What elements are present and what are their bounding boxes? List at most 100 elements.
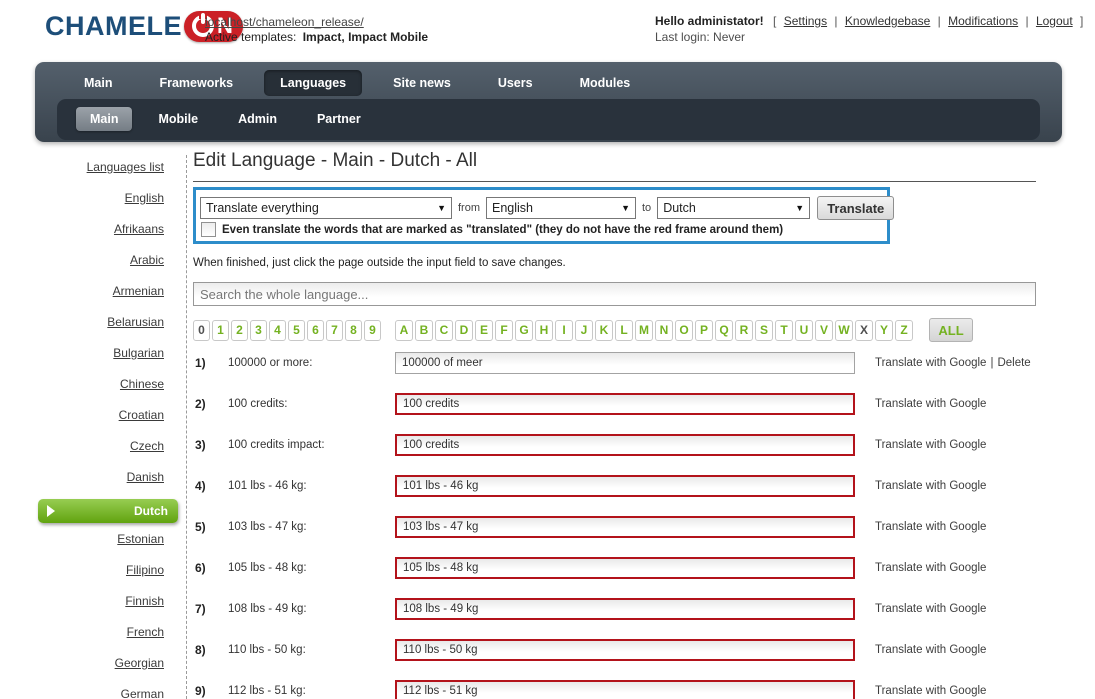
nav-tabs: Main Frameworks Languages Site news Users Mod… xyxy=(68,70,661,96)
filter-digit-5[interactable]: 5 xyxy=(288,320,305,341)
subnav-tab-mobile[interactable]: Mobile xyxy=(144,107,212,131)
translate-with-google-link[interactable]: Translate with Google xyxy=(875,562,986,574)
translate-with-google-link[interactable]: Translate with Google xyxy=(875,357,986,369)
site-url-link[interactable]: localhost/chameleon_release/ xyxy=(205,15,364,29)
filter-letter-n[interactable]: N xyxy=(655,320,673,341)
logout-link[interactable]: Logout xyxy=(1036,14,1073,28)
filter-letter-q[interactable]: Q xyxy=(715,320,733,341)
sidebar-item-bulgarian[interactable]: Bulgarian xyxy=(0,341,178,372)
sidebar-item-chinese[interactable]: Chinese xyxy=(0,372,178,403)
subnav-tab-admin[interactable]: Admin xyxy=(224,107,291,131)
nav-tab-main[interactable]: Main xyxy=(68,70,128,96)
filter-letter-j[interactable]: J xyxy=(575,320,593,341)
sidebar-item-english[interactable]: English xyxy=(0,186,178,217)
filter-letter-t[interactable]: T xyxy=(775,320,793,341)
filter-all-button[interactable]: ALL xyxy=(929,318,973,342)
filter-letter-g[interactable]: G xyxy=(515,320,533,341)
filter-letter-x[interactable]: X xyxy=(855,320,873,341)
sidebar-item-label: Armenian xyxy=(113,284,164,310)
subnav-tab-partner[interactable]: Partner xyxy=(303,107,375,131)
filter-letter-p[interactable]: P xyxy=(695,320,713,341)
translation-input[interactable] xyxy=(395,598,855,620)
sidebar-item-georgian[interactable]: Georgian xyxy=(0,651,178,682)
filter-letter-d[interactable]: D xyxy=(455,320,473,341)
sidebar-item-belarusian[interactable]: Belarusian xyxy=(0,310,178,341)
sidebar-item-dutch[interactable]: Dutch xyxy=(38,499,178,523)
filter-letter-r[interactable]: R xyxy=(735,320,753,341)
translation-input[interactable] xyxy=(395,352,855,374)
play-icon xyxy=(47,505,55,517)
modifications-link[interactable]: Modifications xyxy=(948,14,1018,28)
filter-letter-h[interactable]: H xyxy=(535,320,553,341)
sidebar-item-afrikaans[interactable]: Afrikaans xyxy=(0,217,178,248)
filter-letter-f[interactable]: F xyxy=(495,320,513,341)
translation-input[interactable] xyxy=(395,475,855,497)
translate-with-google-link[interactable]: Translate with Google xyxy=(875,685,986,697)
filter-letter-m[interactable]: M xyxy=(635,320,653,341)
sidebar-item-languages-list[interactable]: Languages list xyxy=(0,155,178,186)
nav-tab-frameworks[interactable]: Frameworks xyxy=(143,70,249,96)
translate-button[interactable]: Translate xyxy=(817,196,894,220)
filter-digit-3[interactable]: 3 xyxy=(250,320,267,341)
translate-with-google-link[interactable]: Translate with Google xyxy=(875,439,986,451)
row-actions: Translate with Google xyxy=(875,603,986,615)
translate-with-google-link[interactable]: Translate with Google xyxy=(875,521,986,533)
sidebar-item-danish[interactable]: Danish xyxy=(0,465,178,496)
sidebar-item-armenian[interactable]: Armenian xyxy=(0,279,178,310)
delete-link[interactable]: Delete xyxy=(997,357,1030,369)
filter-digit-1[interactable]: 1 xyxy=(212,320,229,341)
sidebar-item-german[interactable]: German xyxy=(0,682,178,699)
translation-input[interactable] xyxy=(395,393,855,415)
filter-letter-c[interactable]: C xyxy=(435,320,453,341)
translate-mode-select[interactable]: Translate everything ▼ xyxy=(200,197,452,219)
sidebar-item-filipino[interactable]: Filipino xyxy=(0,558,178,589)
sidebar-item-finnish[interactable]: Finnish xyxy=(0,589,178,620)
translation-input[interactable] xyxy=(395,516,855,538)
settings-link[interactable]: Settings xyxy=(784,14,827,28)
filter-digit-2[interactable]: 2 xyxy=(231,320,248,341)
sidebar-item-arabic[interactable]: Arabic xyxy=(0,248,178,279)
filter-letter-z[interactable]: Z xyxy=(895,320,913,341)
filter-letter-w[interactable]: W xyxy=(835,320,853,341)
filter-letter-s[interactable]: S xyxy=(755,320,773,341)
filter-letter-o[interactable]: O xyxy=(675,320,693,341)
search-input[interactable] xyxy=(193,282,1036,306)
from-language-select[interactable]: English ▼ xyxy=(486,197,636,219)
sidebar-item-french[interactable]: French xyxy=(0,620,178,651)
filter-digit-4[interactable]: 4 xyxy=(269,320,286,341)
filter-letter-e[interactable]: E xyxy=(475,320,493,341)
nav-tab-users[interactable]: Users xyxy=(482,70,549,96)
filter-letter-l[interactable]: L xyxy=(615,320,633,341)
translation-input[interactable] xyxy=(395,557,855,579)
translate-with-google-link[interactable]: Translate with Google xyxy=(875,603,986,615)
sidebar-item-estonian[interactable]: Estonian xyxy=(0,527,178,558)
filter-letter-b[interactable]: B xyxy=(415,320,433,341)
translation-input[interactable] xyxy=(395,639,855,661)
translate-with-google-link[interactable]: Translate with Google xyxy=(875,480,986,492)
nav-tab-modules[interactable]: Modules xyxy=(564,70,647,96)
filter-letter-v[interactable]: V xyxy=(815,320,833,341)
to-language-select[interactable]: Dutch ▼ xyxy=(657,197,810,219)
filter-letter-y[interactable]: Y xyxy=(875,320,893,341)
translate-with-google-link[interactable]: Translate with Google xyxy=(875,644,986,656)
filter-letter-u[interactable]: U xyxy=(795,320,813,341)
nav-tab-site-news[interactable]: Site news xyxy=(377,70,467,96)
filter-letter-k[interactable]: K xyxy=(595,320,613,341)
translate-with-google-link[interactable]: Translate with Google xyxy=(875,398,986,410)
filter-digit-8[interactable]: 8 xyxy=(345,320,362,341)
filter-digit-9[interactable]: 9 xyxy=(364,320,381,341)
knowledgebase-link[interactable]: Knowledgebase xyxy=(845,14,930,28)
filter-digit-7[interactable]: 7 xyxy=(326,320,343,341)
filter-digit-6[interactable]: 6 xyxy=(307,320,324,341)
nav-tab-languages[interactable]: Languages xyxy=(264,70,362,96)
filter-digit-0[interactable]: 0 xyxy=(193,320,210,341)
subnav-tab-main[interactable]: Main xyxy=(76,107,132,131)
translation-input[interactable] xyxy=(395,434,855,456)
filter-letter-i[interactable]: I xyxy=(555,320,573,341)
translation-input[interactable] xyxy=(395,680,855,699)
row-actions: Translate with Google xyxy=(875,398,986,410)
even-translate-checkbox[interactable] xyxy=(201,222,216,237)
sidebar-item-czech[interactable]: Czech xyxy=(0,434,178,465)
filter-letter-a[interactable]: A xyxy=(395,320,413,341)
sidebar-item-croatian[interactable]: Croatian xyxy=(0,403,178,434)
